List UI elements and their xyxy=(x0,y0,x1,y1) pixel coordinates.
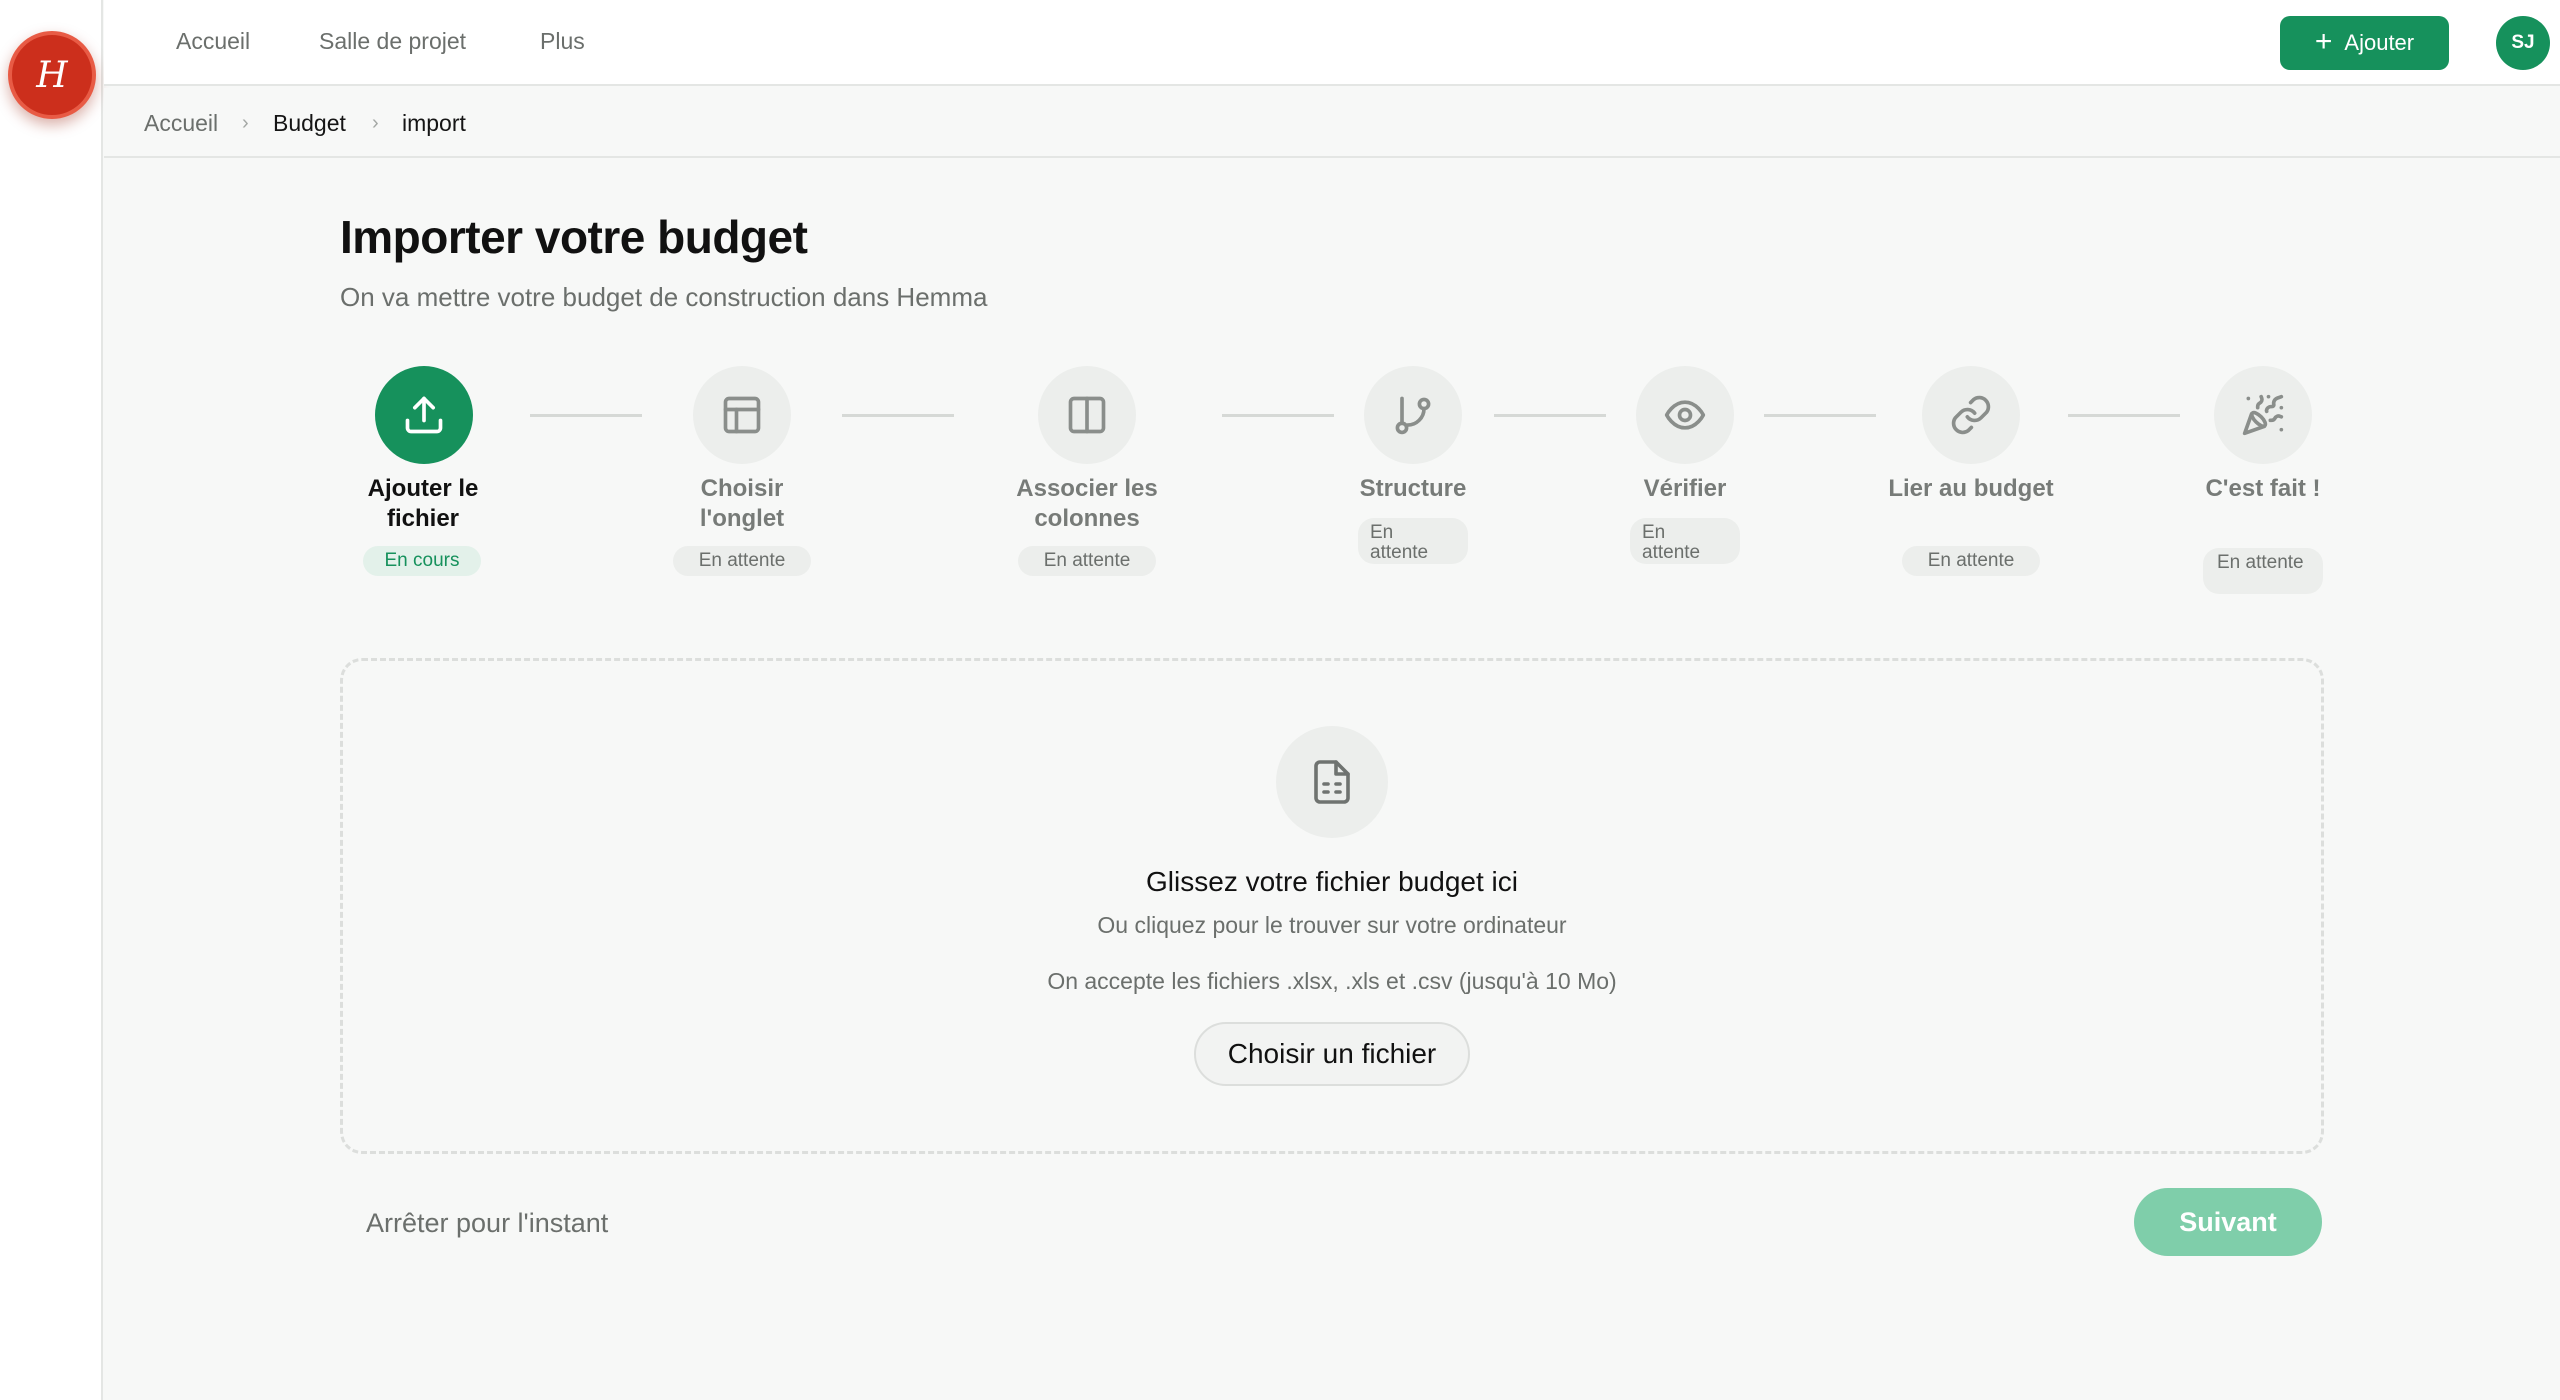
user-avatar[interactable]: SJ xyxy=(2496,16,2550,70)
step-5-status: En attente xyxy=(1630,518,1740,564)
table-icon xyxy=(723,396,761,434)
file-spreadsheet-icon xyxy=(1314,760,1350,804)
step-connector xyxy=(1494,414,1606,417)
app-logo[interactable]: H xyxy=(8,31,96,119)
step-7-status: En attente xyxy=(2203,548,2323,594)
step-3-label: Associer les colonnes xyxy=(1016,475,1158,532)
step-1-status: En cours xyxy=(363,546,481,576)
add-button[interactable]: + Ajouter xyxy=(2280,16,2449,70)
step-connector xyxy=(1222,414,1334,417)
page-title: Importer votre budget xyxy=(340,211,808,263)
step-2-status: En attente xyxy=(673,546,811,576)
breadcrumb: Accueil › Budget › import xyxy=(104,88,2560,158)
choose-file-button[interactable]: Choisir un fichier xyxy=(1194,1022,1470,1086)
add-button-label: Ajouter xyxy=(2344,30,2415,55)
columns-icon xyxy=(1068,396,1106,434)
nav-accueil[interactable]: Accueil xyxy=(176,28,250,55)
step-2-label: Choisir l'onglet xyxy=(699,475,785,532)
step-connector xyxy=(530,414,642,417)
nav-salle-de-projet[interactable]: Salle de projet xyxy=(319,28,466,55)
dropzone-subtitle: Ou cliquez pour le trouver sur votre ord… xyxy=(1097,912,1567,938)
step-1-circle xyxy=(375,366,473,464)
page-subtitle: On va mettre votre budget de constructio… xyxy=(340,282,988,312)
breadcrumb-import: import xyxy=(402,110,466,136)
step-4-label: Structure xyxy=(1359,475,1467,502)
step-6-label: Lier au budget xyxy=(1888,475,2054,502)
nav-plus[interactable]: Plus xyxy=(540,28,585,55)
step-5-label: Vérifier xyxy=(1643,475,1727,502)
breadcrumb-accueil[interactable]: Accueil xyxy=(144,110,218,137)
dropzone-title: Glissez votre fichier budget ici xyxy=(1146,866,1518,897)
git-branch-icon xyxy=(1395,396,1431,435)
accepted-formats: On accepte les fichiers .xlsx, .xls et .… xyxy=(1047,968,1617,994)
top-bar: Accueil Salle de projet Plus + Ajouter S… xyxy=(104,0,2560,86)
eye-icon xyxy=(1664,400,1706,430)
link-icon xyxy=(1951,395,1991,435)
chevron-right-icon: › xyxy=(372,112,379,134)
step-4-status: En attente xyxy=(1358,518,1468,564)
step-6-status: En attente xyxy=(1902,546,2040,576)
breadcrumb-budget[interactable]: Budget xyxy=(273,110,346,137)
step-3-circle xyxy=(1038,366,1136,464)
step-7-label: C'est fait ! xyxy=(2205,475,2321,502)
step-4-circle xyxy=(1364,366,1462,464)
step-3-status: En attente xyxy=(1018,546,1156,576)
sidebar: H xyxy=(0,0,103,1400)
step-5-circle xyxy=(1636,366,1734,464)
step-connector xyxy=(2068,414,2180,417)
plus-icon: + xyxy=(2314,25,2333,58)
stop-for-now-button[interactable]: Arrêter pour l'instant xyxy=(366,1208,608,1239)
file-icon-circle xyxy=(1276,726,1388,838)
next-button[interactable]: Suivant xyxy=(2134,1188,2322,1256)
chevron-right-icon: › xyxy=(242,112,249,134)
step-6-circle xyxy=(1922,366,2020,464)
step-7-circle xyxy=(2214,366,2312,464)
step-connector xyxy=(842,414,954,417)
upload-icon xyxy=(405,396,443,434)
step-connector xyxy=(1764,414,1876,417)
logo-letter: H xyxy=(36,54,68,96)
step-1-label: Ajouter le fichier xyxy=(367,475,479,532)
step-2-circle xyxy=(693,366,791,464)
party-popper-icon xyxy=(2242,394,2284,436)
